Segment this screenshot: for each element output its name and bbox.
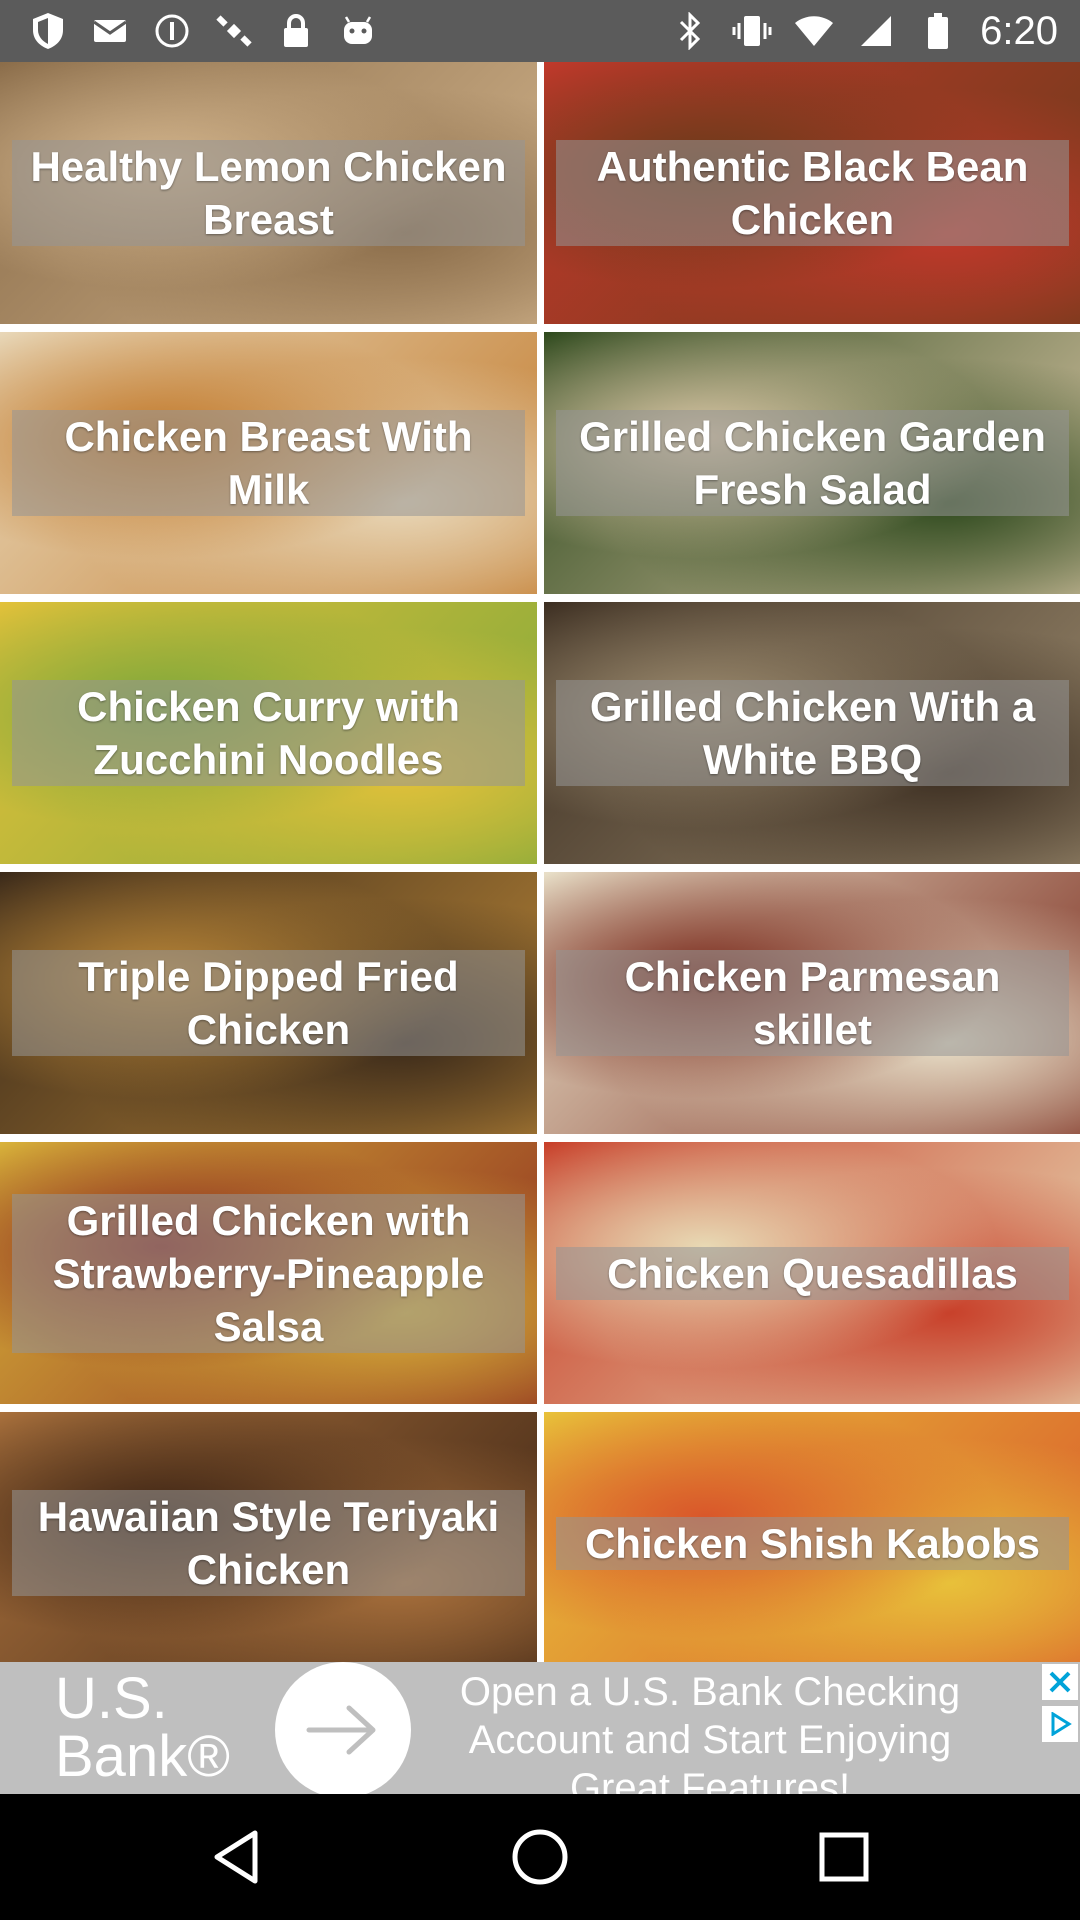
recipe-tile[interactable]: Grilled Chicken with Strawberry-Pineappl… xyxy=(0,1142,537,1404)
signal-icon xyxy=(856,11,896,51)
recipe-title: Grilled Chicken with Strawberry-Pineappl… xyxy=(12,1193,525,1353)
recipe-tile[interactable]: Grilled Chicken With a White BBQ xyxy=(544,602,1080,864)
mail-icon xyxy=(90,11,130,51)
recipe-tile[interactable]: Chicken Curry with Zucchini Noodles xyxy=(0,602,537,864)
bluetooth-icon xyxy=(670,11,710,51)
recipe-tile[interactable]: Chicken Quesadillas xyxy=(544,1142,1080,1404)
recipe-tile[interactable]: Healthy Lemon Chicken Breast xyxy=(0,62,537,324)
status-bar: 6:20 xyxy=(0,0,1080,62)
recipe-tile[interactable]: Hawaiian Style Teriyaki Chicken xyxy=(0,1412,537,1662)
wifi-icon xyxy=(794,11,834,51)
recipe-title: Chicken Breast With Milk xyxy=(12,410,525,516)
recipe-tile[interactable]: Grilled Chicken Garden Fresh Salad xyxy=(544,332,1080,594)
back-icon[interactable] xyxy=(206,1827,266,1887)
ad-banner[interactable]: U.S. Bank® Open a U.S. Bank Checking Acc… xyxy=(0,1662,1080,1794)
recipe-title: Chicken Curry with Zucchini Noodles xyxy=(12,680,525,786)
recipe-grid: Healthy Lemon Chicken Breast Authentic Bl… xyxy=(0,62,1080,1662)
ad-text: Open a U.S. Bank Checking Account and St… xyxy=(459,1670,961,1794)
recents-icon[interactable] xyxy=(814,1827,874,1887)
recipe-title: Hawaiian Style Teriyaki Chicken xyxy=(12,1490,525,1596)
recipe-title: Healthy Lemon Chicken Breast xyxy=(12,140,525,246)
battery-icon xyxy=(918,11,958,51)
satellite-icon xyxy=(214,11,254,51)
lock-icon xyxy=(276,11,316,51)
navigation-bar xyxy=(0,1794,1080,1920)
recipe-title: Grilled Chicken With a White BBQ xyxy=(556,680,1069,786)
recipe-tile[interactable]: Chicken Breast With Milk xyxy=(0,332,537,594)
recipe-title: Authentic Black Bean Chicken xyxy=(556,140,1069,246)
recipe-title: Grilled Chicken Garden Fresh Salad xyxy=(556,410,1069,516)
recipe-tile[interactable]: Chicken Parmesan skillet xyxy=(544,872,1080,1134)
close-icon[interactable] xyxy=(1042,1664,1078,1700)
arrow-right-icon[interactable] xyxy=(275,1662,411,1794)
adchoices-icon[interactable] xyxy=(1042,1706,1078,1742)
info-icon xyxy=(152,11,192,51)
recipe-title: Triple Dipped Fried Chicken xyxy=(12,950,525,1056)
shield-icon xyxy=(28,11,68,51)
home-icon[interactable] xyxy=(510,1827,570,1887)
recipe-title: Chicken Shish Kabobs xyxy=(556,1516,1069,1570)
recipe-tile[interactable]: Authentic Black Bean Chicken xyxy=(544,62,1080,324)
vibrate-icon xyxy=(732,11,772,51)
recipe-title: Chicken Quesadillas xyxy=(556,1246,1069,1300)
clock: 6:20 xyxy=(980,8,1058,53)
ad-brand: U.S. Bank® xyxy=(55,1666,230,1789)
android-icon xyxy=(338,11,378,51)
recipe-title: Chicken Parmesan skillet xyxy=(556,950,1069,1056)
recipe-tile[interactable]: Triple Dipped Fried Chicken xyxy=(0,872,537,1134)
recipe-tile[interactable]: Chicken Shish Kabobs xyxy=(544,1412,1080,1662)
